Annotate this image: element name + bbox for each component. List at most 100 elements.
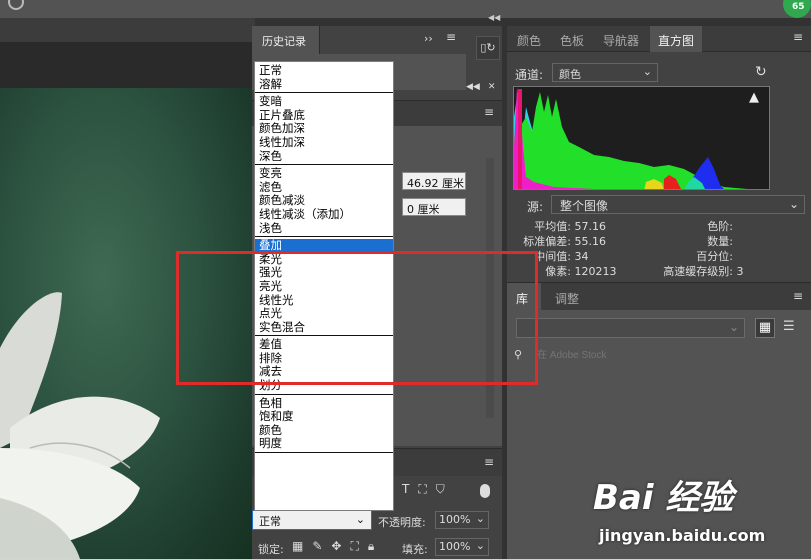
search-icon: ⚲	[514, 348, 523, 361]
blend-mode-option[interactable]: 变亮	[255, 167, 393, 181]
channel-select[interactable]: 颜色 ⌄	[552, 63, 658, 82]
close-icon[interactable]: ✕	[488, 82, 496, 92]
channel-value: 颜色	[559, 68, 581, 81]
blend-mode-option[interactable]: 颜色	[255, 424, 393, 438]
chevron-down-icon[interactable]: ⌄	[476, 512, 485, 525]
blend-mode-group: 色相 饱和度 颜色 明度	[255, 395, 393, 454]
lock-artboard-icon[interactable]: ⛶	[350, 539, 358, 553]
tab-swatches[interactable]: 色板	[560, 32, 584, 49]
offset-field[interactable]: 0 厘米	[402, 198, 466, 216]
blend-mode-option[interactable]: 线性加深	[255, 136, 393, 150]
chevron-down-icon: ⌄	[355, 513, 365, 526]
source-label: 源:	[527, 200, 544, 214]
panel-menu-icon[interactable]: ≡	[484, 105, 494, 119]
blend-mode-option[interactable]: 强光	[255, 266, 393, 280]
blend-mode-option[interactable]: 饱和度	[255, 410, 393, 424]
list-view-icon[interactable]: ☰	[783, 319, 795, 334]
layer-filter-icons: T ⛶ ⛉	[402, 482, 454, 497]
lock-all-icon[interactable]: 🔒︎	[368, 539, 374, 553]
library-select[interactable]: ⌄	[516, 318, 745, 338]
source-select[interactable]: 整个图像 ⌄	[551, 195, 805, 214]
lock-label: 锁定:	[258, 543, 284, 556]
tab-libraries[interactable]: 库	[507, 283, 541, 311]
blend-mode-option[interactable]: 亮光	[255, 280, 393, 294]
stat-level: 色阶:	[707, 220, 733, 233]
blend-mode-option[interactable]: 减去	[255, 365, 393, 379]
tab-navigator[interactable]: 导航器	[603, 32, 639, 49]
blend-mode-option[interactable]: 点光	[255, 307, 393, 321]
panel-menu-icon[interactable]: ≡	[446, 30, 456, 44]
circle-icon[interactable]	[8, 0, 24, 10]
blend-mode-dropdown[interactable]: 正常 溶解 变暗 正片叠底 颜色加深 线性加深 深色 变亮 滤色 颜色减淡 线性减淡（添加） 浅色 叠加…	[254, 61, 394, 511]
blend-mode-option[interactable]: 浅色	[255, 222, 393, 236]
blend-mode-option[interactable]: 叠加	[255, 239, 393, 253]
chevron-down-icon: ⌄	[642, 65, 652, 78]
blend-mode-option[interactable]: 色相	[255, 397, 393, 411]
smart-object-filter-icon[interactable]: ⛉	[436, 482, 445, 496]
history-brush-icon[interactable]: ▯↻	[476, 36, 500, 60]
blend-mode-option[interactable]: 颜色减淡	[255, 194, 393, 208]
text-filter-icon[interactable]: T	[402, 482, 409, 496]
chevron-down-icon[interactable]: ⌄	[476, 539, 485, 552]
width-field[interactable]: 46.92 厘米	[402, 172, 466, 190]
collapse-icon[interactable]: ◀◀	[466, 82, 480, 92]
histogram-graph	[513, 86, 770, 190]
blend-mode-option[interactable]: 颜色加深	[255, 122, 393, 136]
blend-mode-group: 变亮 滤色 颜色减淡 线性减淡（添加） 浅色	[255, 165, 393, 238]
blend-mode-group: 叠加 柔光 强光 亮光 线性光 点光 实色混合	[255, 237, 393, 337]
scrollbar[interactable]	[486, 158, 494, 418]
filter-toggle[interactable]	[480, 484, 490, 498]
blend-mode-option[interactable]: 滤色	[255, 181, 393, 195]
blend-mode-select[interactable]: 正常 ⌄	[252, 510, 372, 530]
opacity-value: 100%	[439, 513, 471, 526]
blend-mode-option[interactable]: 实色混合	[255, 321, 393, 335]
blend-mode-option[interactable]: 明度	[255, 437, 393, 451]
panel-menu-icon[interactable]: ≡	[793, 289, 803, 303]
blend-mode-group: 正常 溶解	[255, 62, 393, 94]
panel-menu-icon[interactable]: ≡	[484, 455, 494, 469]
blend-mode-option[interactable]: 柔光	[255, 253, 393, 267]
blend-mode-option[interactable]: 差值	[255, 338, 393, 352]
tab-color[interactable]: 颜色	[517, 32, 541, 49]
lock-move-icon[interactable]: ✥	[331, 539, 341, 553]
tab-history[interactable]: 历史记录	[252, 26, 320, 54]
opacity-input[interactable]: 100% ⌄	[435, 511, 489, 529]
shape-filter-icon[interactable]: ⛶	[418, 482, 426, 496]
fill-label: 填充:	[402, 543, 428, 556]
right-panel-tabs: 颜色 色板 导航器 直方图 ≡	[507, 26, 811, 52]
blend-mode-option[interactable]: 变暗	[255, 95, 393, 109]
opacity-label: 不透明度:	[378, 516, 426, 529]
chevron-down-icon: ⌄	[788, 197, 799, 211]
tab-histogram[interactable]: 直方图	[650, 26, 703, 52]
blend-mode-option[interactable]: 线性光	[255, 294, 393, 308]
tab-adjustments[interactable]: 调整	[555, 290, 579, 307]
blend-mode-option[interactable]: 排除	[255, 352, 393, 366]
grid-view-icon[interactable]: ▦	[755, 318, 775, 338]
stat-cache-level: 高速缓存级别: 3	[663, 265, 744, 278]
blend-mode-option[interactable]: 溶解	[255, 78, 393, 92]
stat-percentile: 百分位:	[696, 250, 733, 263]
warning-icon[interactable]: ▲	[749, 90, 759, 105]
stat-mean: 平均值: 57.16	[534, 220, 606, 233]
blend-mode-group: 差值 排除 减去 划分	[255, 336, 393, 395]
lock-transparent-icon[interactable]: ▦	[292, 539, 303, 553]
library-search-input[interactable]	[529, 346, 799, 364]
canvas-ruler	[0, 42, 255, 88]
fill-value: 100%	[439, 540, 471, 553]
collapse-panels-icon[interactable]: ◀◀	[488, 13, 500, 22]
lock-paint-icon[interactable]: ✎	[312, 539, 322, 553]
canvas-image[interactable]	[0, 88, 255, 559]
stat-pixels: 像素: 120213	[545, 265, 617, 278]
blend-mode-option[interactable]: 线性减淡（添加）	[255, 208, 393, 222]
fill-input[interactable]: 100% ⌄	[435, 538, 489, 556]
blend-mode-group: 变暗 正片叠底 颜色加深 线性加深 深色	[255, 93, 393, 166]
blend-mode-option[interactable]: 深色	[255, 150, 393, 164]
source-value: 整个图像	[560, 199, 609, 213]
panel-menu-icon[interactable]: ≡	[793, 30, 803, 44]
blend-mode-option[interactable]: 正片叠底	[255, 109, 393, 123]
refresh-icon[interactable]: ↻	[755, 64, 767, 80]
blend-mode-option[interactable]: 划分	[255, 379, 393, 393]
watermark-url: jingyan.baidu.com	[599, 526, 766, 545]
blend-mode-option[interactable]: 正常	[255, 64, 393, 78]
expand-panel-icon[interactable]: ››	[424, 32, 433, 45]
